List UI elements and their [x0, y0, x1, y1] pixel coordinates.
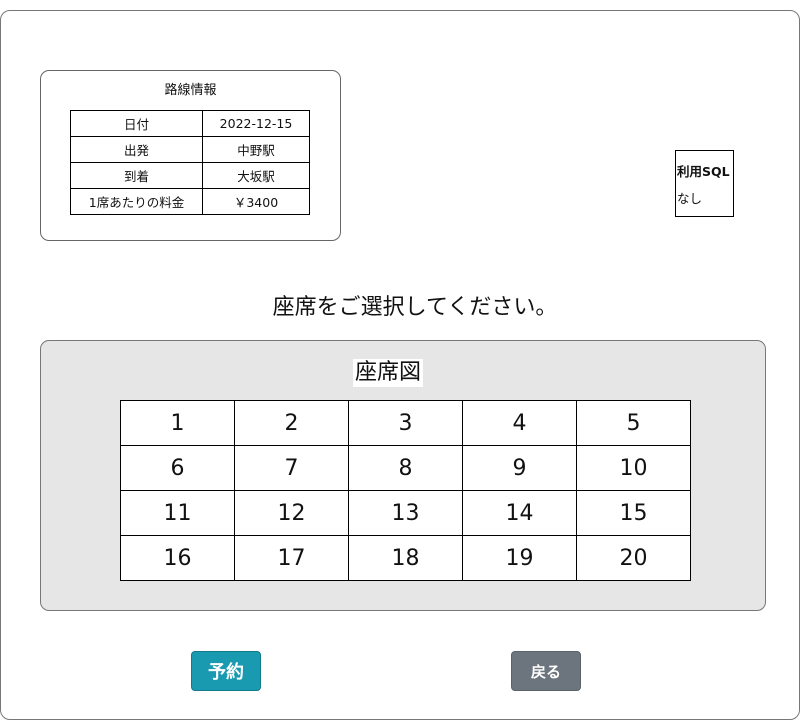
seat-cell[interactable]: 14 — [462, 490, 577, 536]
route-value: 2022-12-15 — [202, 110, 310, 137]
seat-cell[interactable]: 12 — [234, 490, 349, 536]
route-value: ￥3400 — [202, 188, 310, 215]
seat-cell[interactable]: 8 — [348, 445, 463, 491]
route-label: 1席あたりの料金 — [70, 188, 203, 215]
route-info-table: 日付 2022-12-15 出発 中野駅 到着 大坂駅 1席あたりの料金 ￥34… — [70, 110, 310, 215]
seat-cell[interactable]: 13 — [348, 490, 463, 536]
seat-cell[interactable]: 15 — [576, 490, 691, 536]
back-button[interactable]: 戻る — [511, 651, 581, 691]
reserve-button[interactable]: 予約 — [191, 651, 261, 691]
seat-cell[interactable]: 3 — [348, 400, 463, 446]
route-row-arrival: 到着 大坂駅 — [70, 162, 310, 189]
seat-row: 16 17 18 19 20 — [120, 535, 691, 581]
seat-cell[interactable]: 1 — [120, 400, 235, 446]
seat-cell[interactable]: 19 — [462, 535, 577, 581]
seat-cell[interactable]: 2 — [234, 400, 349, 446]
seat-cell[interactable]: 10 — [576, 445, 691, 491]
route-info-title: 路線情報 — [164, 83, 217, 98]
route-row-departure: 出発 中野駅 — [70, 136, 310, 163]
seat-cell[interactable]: 11 — [120, 490, 235, 536]
seat-map-title: 座席図 — [353, 359, 424, 387]
seat-row: 1 2 3 4 5 — [120, 400, 691, 446]
seat-cell[interactable]: 18 — [348, 535, 463, 581]
seat-cell[interactable]: 4 — [462, 400, 577, 446]
route-label: 到着 — [70, 162, 203, 189]
route-info-panel: 路線情報 日付 2022-12-15 出発 中野駅 到着 大坂駅 1席あたりの料… — [40, 70, 341, 241]
route-label: 日付 — [70, 110, 203, 137]
seat-cell[interactable]: 6 — [120, 445, 235, 491]
sql-title: 利用SQL — [677, 164, 730, 179]
instruction-text: 座席をご選択してください。 — [272, 295, 558, 320]
route-value: 中野駅 — [202, 136, 310, 163]
sql-value: なし — [677, 191, 703, 206]
seat-cell[interactable]: 16 — [120, 535, 235, 581]
seat-grid: 1 2 3 4 5 6 7 8 9 10 11 12 13 14 15 16 1… — [120, 400, 691, 581]
seat-row: 11 12 13 14 15 — [120, 490, 691, 536]
route-row-date: 日付 2022-12-15 — [70, 110, 310, 137]
seat-cell[interactable]: 5 — [576, 400, 691, 446]
route-value: 大坂駅 — [202, 162, 310, 189]
seat-row: 6 7 8 9 10 — [120, 445, 691, 491]
sql-info-box: 利用SQL なし — [675, 150, 734, 217]
seat-cell[interactable]: 7 — [234, 445, 349, 491]
seat-cell[interactable]: 17 — [234, 535, 349, 581]
route-label: 出発 — [70, 136, 203, 163]
seat-cell[interactable]: 9 — [462, 445, 577, 491]
route-row-fare: 1席あたりの料金 ￥3400 — [70, 188, 310, 215]
seat-cell[interactable]: 20 — [576, 535, 691, 581]
